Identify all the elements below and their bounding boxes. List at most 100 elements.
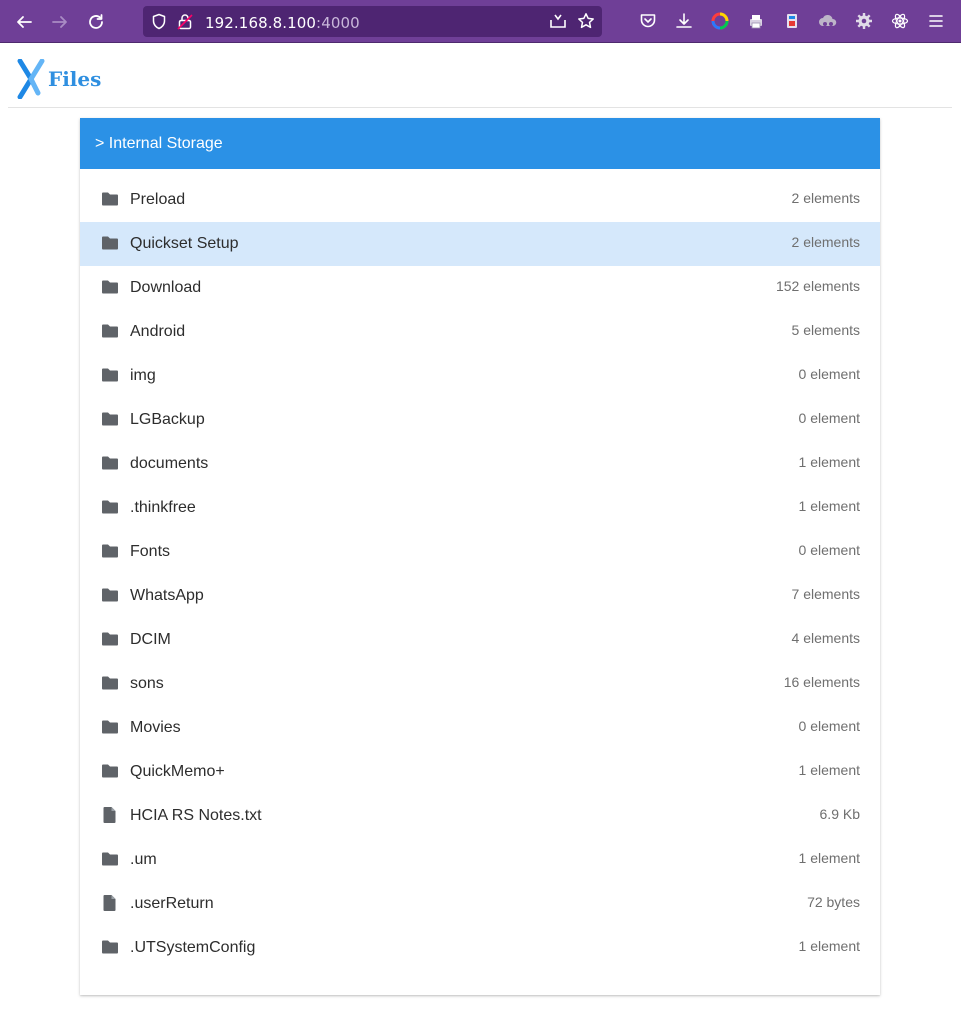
- folder-row[interactable]: LGBackup 0 element: [80, 398, 880, 442]
- item-name: .thinkfree: [130, 499, 196, 516]
- reload-icon: [89, 14, 103, 29]
- address-bar[interactable]: 192.168.8.100:4000: [143, 6, 602, 37]
- item-name: .UTSystemConfig: [130, 939, 256, 956]
- file-icon: [101, 894, 119, 912]
- folder-row[interactable]: DCIM 4 elements: [80, 618, 880, 662]
- folder-row[interactable]: .um 1 element: [80, 838, 880, 882]
- file-list: Preload 2 elements Quickset Setup 2 element…: [80, 178, 880, 970]
- folder-icon: [101, 234, 119, 252]
- react-devtools-icon[interactable]: [890, 11, 910, 31]
- folder-row[interactable]: Android 5 elements: [80, 310, 880, 354]
- folder-row[interactable]: Preload 2 elements: [80, 178, 880, 222]
- folder-row[interactable]: .thinkfree 1 element: [80, 486, 880, 530]
- item-count: 0 element: [798, 410, 860, 426]
- forward-button[interactable]: [49, 11, 71, 33]
- folder-row[interactable]: Quickset Setup 2 elements: [80, 222, 880, 266]
- folder-icon: [101, 938, 119, 956]
- url-host: 192.168.8.100: [205, 14, 317, 32]
- app-header: Files: [8, 43, 952, 108]
- pocket-icon[interactable]: [638, 11, 658, 31]
- lock-insecure-icon: [177, 14, 193, 30]
- folder-icon: [101, 586, 119, 604]
- folder-row[interactable]: Fonts 0 element: [80, 530, 880, 574]
- file-row[interactable]: HCIA RS Notes.txt 6.9 Kb: [80, 794, 880, 838]
- item-count: 2 elements: [791, 234, 860, 250]
- downloads-icon[interactable]: [674, 11, 694, 31]
- folder-row[interactable]: documents 1 element: [80, 442, 880, 486]
- item-count: 5 elements: [791, 322, 860, 338]
- folder-icon: [101, 410, 119, 428]
- item-count: 1 element: [798, 454, 860, 470]
- item-count: 0 element: [798, 542, 860, 558]
- item-count: 7 elements: [791, 586, 860, 602]
- item-name: documents: [130, 455, 209, 472]
- item-count: 1 element: [798, 850, 860, 866]
- breadcrumb[interactable]: > Internal Storage: [80, 118, 880, 169]
- item-name: WhatsApp: [130, 587, 204, 604]
- folder-icon: [101, 630, 119, 648]
- folder-row[interactable]: Movies 0 element: [80, 706, 880, 750]
- arrow-left-icon: [17, 16, 32, 28]
- extension-icon[interactable]: [782, 11, 802, 31]
- item-name: sons: [130, 675, 164, 692]
- item-name: Android: [130, 323, 186, 340]
- folder-icon: [101, 366, 119, 384]
- shield-icon: [152, 13, 166, 30]
- folder-icon: [101, 454, 119, 472]
- item-name: DCIM: [130, 631, 171, 648]
- item-name: img: [130, 367, 156, 384]
- folder-icon: [101, 498, 119, 516]
- folder-row[interactable]: QuickMemo+ 1 element: [80, 750, 880, 794]
- file-icon: [101, 806, 119, 824]
- folder-row[interactable]: .UTSystemConfig 1 element: [80, 926, 880, 970]
- bookmark-star-icon[interactable]: [577, 12, 595, 30]
- item-name: Movies: [130, 719, 181, 736]
- item-size: 6.9 Kb: [819, 806, 860, 822]
- back-button[interactable]: [13, 11, 35, 33]
- url-text: 192.168.8.100:4000: [205, 14, 360, 32]
- page-action-icon[interactable]: [549, 12, 567, 30]
- folder-row[interactable]: Download 152 elements: [80, 266, 880, 310]
- item-count: 152 elements: [775, 278, 860, 294]
- folder-icon: [101, 718, 119, 736]
- logo[interactable]: Files: [16, 59, 101, 99]
- item-count: 1 element: [798, 938, 860, 954]
- item-name: Quickset Setup: [130, 235, 239, 252]
- gear-icon[interactable]: [854, 11, 874, 31]
- item-count: 0 element: [798, 718, 860, 734]
- folder-icon: [101, 278, 119, 296]
- file-browser-card: > Internal Storage Preload 2 elements Quic…: [80, 118, 880, 995]
- item-count: 2 elements: [791, 190, 860, 206]
- logo-text: Files: [48, 67, 102, 91]
- printer-icon[interactable]: [746, 11, 766, 31]
- folder-icon: [101, 850, 119, 868]
- cloud-extension-icon[interactable]: [818, 11, 838, 31]
- file-row[interactable]: .userReturn 72 bytes: [80, 882, 880, 926]
- item-name: .um: [130, 851, 157, 868]
- arrow-right-icon: [52, 16, 67, 28]
- item-count: 1 element: [798, 498, 860, 514]
- item-name: Download: [130, 279, 202, 296]
- item-count: 4 elements: [791, 630, 860, 646]
- folder-icon: [101, 542, 119, 560]
- folder-row[interactable]: sons 16 elements: [80, 662, 880, 706]
- folder-icon: [101, 190, 119, 208]
- item-count: 1 element: [798, 762, 860, 778]
- item-size: 72 bytes: [807, 894, 860, 910]
- item-count: 0 element: [798, 366, 860, 382]
- item-name: LGBackup: [130, 411, 205, 428]
- x-logo-icon: [17, 59, 45, 99]
- folder-row[interactable]: WhatsApp 7 elements: [80, 574, 880, 618]
- folder-icon: [101, 762, 119, 780]
- item-name: QuickMemo+: [130, 763, 225, 780]
- color-picker-icon[interactable]: [710, 11, 730, 31]
- folder-row[interactable]: img 0 element: [80, 354, 880, 398]
- item-count: 16 elements: [783, 674, 860, 690]
- reload-button[interactable]: [85, 11, 107, 33]
- browser-toolbar: 192.168.8.100:4000: [0, 0, 961, 43]
- item-name: Fonts: [130, 543, 171, 560]
- folder-icon: [101, 322, 119, 340]
- url-port: :4000: [316, 14, 360, 32]
- menu-icon[interactable]: [926, 11, 946, 31]
- item-name: .userReturn: [130, 895, 214, 912]
